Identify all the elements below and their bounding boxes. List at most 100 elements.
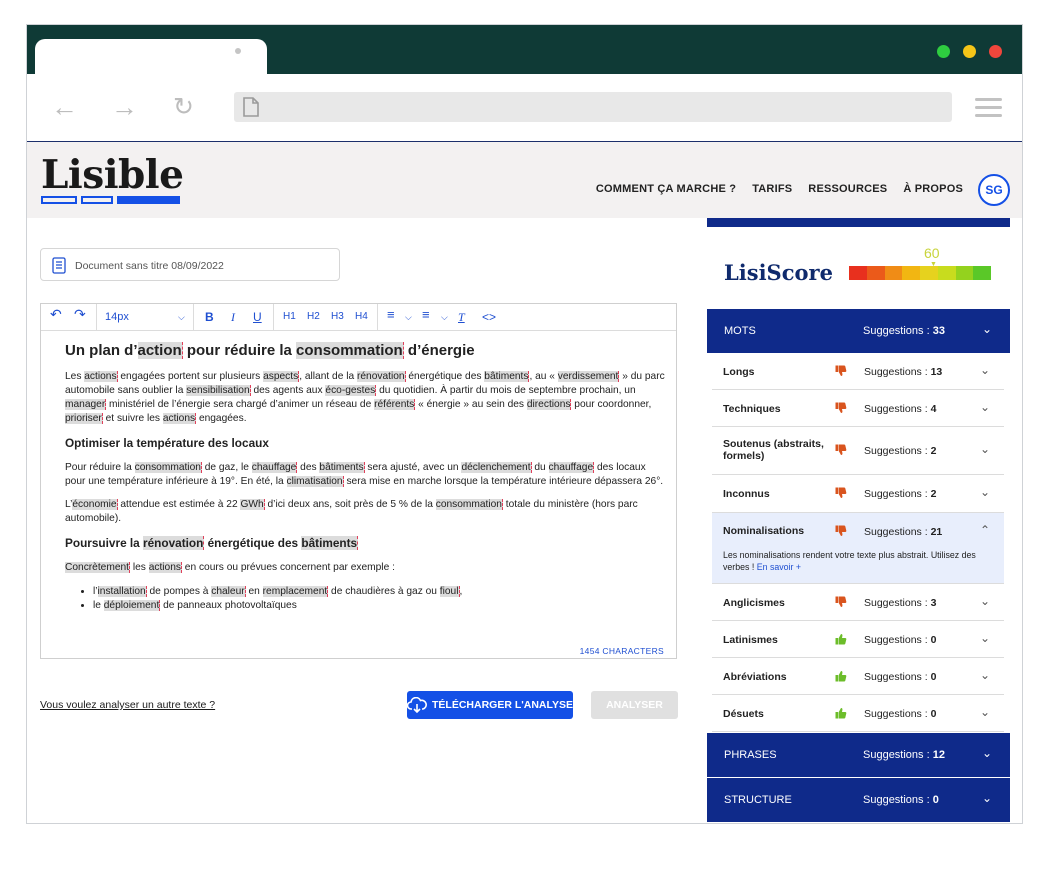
- chevron-down-icon[interactable]: ⌵: [405, 311, 412, 323]
- sub-category-suggestions: Suggestions : 2: [864, 488, 937, 500]
- nav-a-propos[interactable]: À PROPOS: [903, 183, 963, 195]
- heading-2-button[interactable]: H2: [307, 311, 320, 323]
- chevron-down-icon[interactable]: ⌄: [982, 322, 992, 336]
- score-segment: [866, 266, 885, 280]
- sub-category-suggestions: Suggestions : 4: [864, 403, 937, 415]
- chevron-down-icon[interactable]: ⌵: [178, 311, 185, 323]
- user-avatar[interactable]: SG: [978, 174, 1010, 206]
- editor-subheading: Optimiser la température des locaux: [65, 436, 269, 450]
- score-segment: [849, 266, 867, 280]
- sub-category-suggestions: Suggestions : 0: [864, 634, 937, 646]
- chevron-down-icon[interactable]: ⌄: [980, 668, 990, 682]
- thumbs-up-icon: [835, 670, 847, 685]
- score-segment: [920, 266, 938, 280]
- sub-category-8[interactable]: Abréviations Suggestions : 0 ⌄: [712, 658, 1004, 695]
- sub-category-3[interactable]: Soutenus (abstraits, formels) Suggestions…: [712, 427, 1004, 475]
- chevron-down-icon[interactable]: ⌄: [980, 631, 990, 645]
- chevron-down-icon[interactable]: ⌄: [980, 594, 990, 608]
- thumbs-down-icon: [835, 444, 847, 459]
- italic-icon[interactable]: I: [231, 311, 235, 323]
- sub-category-name: Soutenus (abstraits, formels): [723, 438, 824, 462]
- chevron-down-icon[interactable]: ⌵: [441, 311, 448, 323]
- score-segment: [937, 266, 956, 280]
- category-mots[interactable]: MOTS Suggestions : 33 ⌄: [707, 309, 1010, 353]
- chevron-up-icon[interactable]: ⌃: [980, 523, 990, 537]
- sidebar-top-bar: [707, 218, 1010, 227]
- cloud-download-icon: [407, 697, 427, 713]
- list-item: l’installation de pompes à chaleur en re…: [93, 585, 665, 599]
- numbered-list-icon[interactable]: ≡: [422, 308, 430, 321]
- sub-category-name: Nominalisations: [723, 525, 805, 537]
- category-structure[interactable]: STRUCTURE Suggestions : 0 ⌄: [707, 778, 1010, 822]
- chevron-down-icon[interactable]: ⌄: [980, 705, 990, 719]
- nav-comment-ca-marche[interactable]: COMMENT ÇA MARCHE ?: [596, 183, 736, 195]
- thumbs-up-icon: [835, 707, 847, 722]
- sub-category-9[interactable]: Désuets Suggestions : 0 ⌄: [712, 695, 1004, 732]
- heading-4-button[interactable]: H4: [355, 311, 368, 323]
- category-name: PHRASES: [724, 749, 777, 761]
- analyze-other-text-link[interactable]: Vous voulez analyser un autre texte ?: [40, 699, 215, 711]
- site-header: Lisible COMMENT ÇA MARCHE ? TARIFS RESSO…: [27, 142, 1022, 218]
- analyze-button[interactable]: ANALYSER: [591, 691, 678, 719]
- sub-category-suggestions: Suggestions : 2: [864, 445, 937, 457]
- editor-content[interactable]: Un plan d’action pour réduire la consomm…: [65, 342, 665, 636]
- category-suggestions: Suggestions : 12: [863, 749, 945, 761]
- editor-heading: Un plan d’action pour réduire la consomm…: [65, 342, 475, 359]
- thumbs-down-icon: [835, 402, 847, 417]
- sub-category-name: Longs: [723, 366, 755, 378]
- sub-category-7[interactable]: Latinismes Suggestions : 0 ⌄: [712, 621, 1004, 658]
- editor-subheading: Poursuivre la rénovation énergétique des…: [65, 536, 359, 550]
- top-navigation: COMMENT ÇA MARCHE ? TARIFS RESSOURCES À …: [596, 183, 963, 195]
- heading-1-button[interactable]: H1: [283, 311, 296, 323]
- undo-icon[interactable]: ↶: [50, 307, 62, 321]
- sub-category-2[interactable]: Techniques Suggestions : 4 ⌄: [712, 390, 1004, 427]
- chevron-down-icon[interactable]: ⌄: [982, 746, 992, 760]
- thumbs-down-icon: [835, 365, 847, 380]
- sub-category-name: Techniques: [723, 403, 781, 415]
- logo-underline: [41, 196, 181, 205]
- nav-tarifs[interactable]: TARIFS: [752, 183, 792, 195]
- editor-paragraph: Concrètement les actions en cours ou pré…: [65, 562, 395, 573]
- chevron-down-icon[interactable]: ⌄: [980, 400, 990, 414]
- thumbs-up-icon: [835, 633, 847, 648]
- code-icon[interactable]: <>: [482, 311, 496, 323]
- category-name: STRUCTURE: [724, 794, 792, 806]
- sub-category-4[interactable]: Inconnus Suggestions : 2 ⌄: [712, 475, 1004, 513]
- redo-icon[interactable]: ↷: [74, 307, 86, 321]
- sub-category-6[interactable]: Anglicismes Suggestions : 3 ⌄: [712, 584, 1004, 621]
- score-segment: [902, 266, 920, 280]
- clear-format-icon[interactable]: T: [458, 311, 465, 323]
- sub-category-suggestions: Suggestions : 0: [864, 671, 937, 683]
- download-analysis-label: TÉLÉCHARGER L'ANALYSE: [432, 699, 573, 711]
- score-gauge: [849, 266, 991, 280]
- site-logo[interactable]: Lisible: [41, 152, 184, 198]
- sub-category-name: Désuets: [723, 708, 764, 720]
- chevron-down-icon[interactable]: ⌄: [980, 442, 990, 456]
- document-title-field[interactable]: Document sans titre 08/09/2022: [40, 248, 340, 281]
- sub-category-name: Anglicismes: [723, 597, 785, 609]
- character-count: 1454 CHARACTERS: [579, 646, 664, 656]
- sub-category-5[interactable]: Nominalisations Suggestions : 21 ⌃ Les nomi…: [712, 513, 1004, 584]
- underline-icon[interactable]: U: [253, 311, 262, 323]
- font-size-select[interactable]: 14px: [105, 311, 129, 323]
- learn-more-link[interactable]: En savoir +: [757, 562, 801, 572]
- category-suggestions: Suggestions : 0: [863, 794, 939, 806]
- nav-ressources[interactable]: RESSOURCES: [808, 183, 887, 195]
- editor-paragraph: Les actions engagées portent sur plusieu…: [65, 371, 665, 424]
- text-editor[interactable]: ↶ ↷ 14px ⌵ B I U H1 H2 H3 H4 ≡ ⌵ ≡ ⌵ T <…: [40, 303, 677, 659]
- chevron-down-icon[interactable]: ⌄: [982, 791, 992, 805]
- bullet-list-icon[interactable]: ≡: [387, 308, 395, 321]
- download-analysis-button[interactable]: TÉLÉCHARGER L'ANALYSE: [407, 691, 573, 719]
- bold-icon[interactable]: B: [205, 311, 214, 323]
- sub-category-name: Abréviations: [723, 671, 787, 683]
- score-segment: [955, 266, 974, 280]
- category-phrases[interactable]: PHRASES Suggestions : 12 ⌄: [707, 733, 1010, 777]
- thumbs-down-icon: [835, 525, 847, 540]
- score-value: 60: [924, 245, 940, 261]
- chevron-down-icon[interactable]: ⌄: [980, 485, 990, 499]
- sub-category-name: Inconnus: [723, 488, 770, 500]
- editor-list: l’installation de pompes à chaleur en re…: [93, 585, 665, 613]
- sub-category-1[interactable]: Longs Suggestions : 13 ⌄: [712, 353, 1004, 390]
- heading-3-button[interactable]: H3: [331, 311, 344, 323]
- chevron-down-icon[interactable]: ⌄: [980, 363, 990, 377]
